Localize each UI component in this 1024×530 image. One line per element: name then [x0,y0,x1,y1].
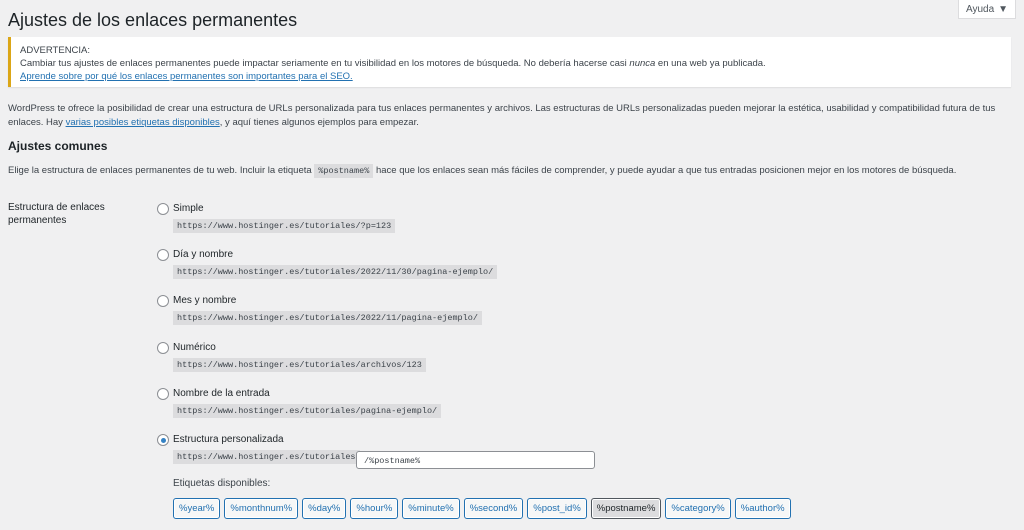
tag-button[interactable]: %post_id% [527,498,587,519]
permalink-radio[interactable] [157,387,169,400]
help-button[interactable]: Ayuda ▼ [958,0,1016,19]
tag-button[interactable]: %hour% [350,498,399,519]
tag-button[interactable]: %monthnum% [224,498,299,519]
notice-text: Cambiar tus ajustes de enlaces permanent… [20,58,766,69]
option-example: https://www.hostinger.es/tutoriales/?p=1… [173,219,396,233]
option-label: Mes y nombre [173,295,237,307]
permalink-radio[interactable] [157,203,169,215]
option-label: Numérico [173,341,216,353]
option-example: https://www.hostinger.es/tutoriales/2022… [173,311,482,326]
tag-buttons: %year% %monthnum% %day% %hour% %minute% %seco… [173,498,791,519]
tag-button[interactable]: %postname% [590,498,662,519]
option-example: https://www.hostinger.es/tutoriales/2022… [173,265,498,280]
option-example: https://www.hostinger.es/tutoriales [173,450,360,464]
tag-button[interactable]: %category% [665,498,731,519]
custom-structure-input[interactable]: /%postname% [356,451,595,469]
notice-heading: ADVERTENCIA: [20,45,91,56]
section-title: Ajustes comunes [8,139,108,153]
page-title: Ajustes de los enlaces permanentes [8,10,298,30]
tag-button[interactable]: %second% [463,498,524,519]
option-example: https://www.hostinger.es/tutoriales/arch… [173,357,426,372]
option-label: Simple [173,203,204,214]
warning-notice: ADVERTENCIA: Cambiar tus ajustes de enla… [8,37,1011,87]
option-label: Día y nombre [173,249,234,261]
tag-button[interactable]: %author% [734,498,791,519]
seo-link[interactable]: Aprende sobre por qué los enlaces perman… [20,71,353,82]
field-label: Estructura de enlaces permanentes [8,202,105,226]
section-desc: Elige la estructura de enlaces permanent… [8,164,957,178]
caret-down-icon: ▼ [998,3,1009,15]
tags-label: Etiquetas disponibles: [173,478,271,489]
permalink-radio[interactable] [157,249,169,262]
permalink-radio[interactable] [157,341,169,354]
intro-text: WordPress te ofrece la posibilidad de cr… [8,103,996,128]
option-label: Estructura personalizada [173,434,284,445]
permalink-radio[interactable] [157,434,169,446]
option-label: Nombre de la entrada [173,387,270,399]
tag-button[interactable]: %day% [302,498,347,519]
help-label: Ayuda [965,3,995,15]
permalink-radio[interactable] [157,295,169,308]
tags-link[interactable]: varias posibles etiquetas disponibles [66,117,220,128]
option-example: https://www.hostinger.es/tutoriales/pagi… [173,403,442,418]
tag-button[interactable]: %year% [173,498,221,519]
tag-button[interactable]: %minute% [402,498,460,519]
